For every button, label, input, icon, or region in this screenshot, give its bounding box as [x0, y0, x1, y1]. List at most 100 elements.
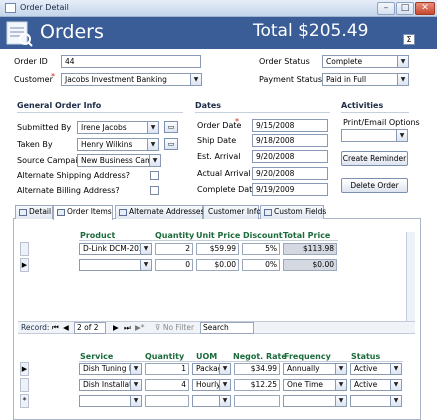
- order-id-field[interactable]: 44: [61, 55, 201, 68]
- col-header-rate: Negot. Rate: [233, 352, 287, 361]
- alt-shipping-checkbox[interactable]: [150, 171, 159, 180]
- table-row-product[interactable]: D-Link DCM-202 Ca ▼: [79, 243, 152, 255]
- tab-customer-info[interactable]: Customer Info: [203, 205, 261, 219]
- create-reminder-button[interactable]: Create Reminder: [341, 151, 408, 166]
- chevron-down-icon[interactable]: ▼: [140, 244, 151, 254]
- table-row-unit-price[interactable]: $59.99: [196, 243, 239, 255]
- table-row-quantity[interactable]: 2: [155, 243, 193, 255]
- header-menu-button[interactable]: Σ: [403, 34, 415, 45]
- tab-order-items[interactable]: Order Items: [53, 205, 113, 220]
- chevron-down-icon[interactable]: ▼: [335, 380, 346, 390]
- table-row-status[interactable]: Active ▼: [350, 379, 402, 391]
- payment-status-combo[interactable]: Paid in Full ▼: [322, 73, 409, 86]
- table-row-uom[interactable]: Hourly ▼: [192, 379, 231, 391]
- minimize-button[interactable]: –: [377, 2, 395, 15]
- chevron-down-icon[interactable]: ▼: [335, 396, 346, 406]
- employee-card-icon[interactable]: ▭: [164, 121, 178, 133]
- maximize-button[interactable]: □: [396, 2, 414, 15]
- new-row-marker[interactable]: *: [20, 394, 29, 408]
- table-row-frequency[interactable]: One Time ▼: [283, 379, 347, 391]
- new-row-uom[interactable]: ▼: [192, 395, 231, 407]
- order-status-combo[interactable]: Complete ▼: [322, 55, 409, 68]
- submitted-by-combo[interactable]: Irene Jacobs ▼: [77, 121, 159, 134]
- col-header-frequency: Frequency: [284, 352, 331, 361]
- chevron-down-icon[interactable]: ▼: [219, 380, 230, 390]
- ship-date-field[interactable]: 9/18/2008: [252, 134, 328, 147]
- new-row-service[interactable]: ▼: [79, 395, 142, 407]
- alt-billing-checkbox[interactable]: [150, 186, 159, 195]
- table-row-discount[interactable]: 5%: [242, 243, 280, 255]
- chevron-down-icon[interactable]: ▼: [390, 364, 401, 374]
- chevron-down-icon[interactable]: ▼: [130, 396, 141, 406]
- table-row-quantity[interactable]: 4: [145, 379, 189, 391]
- customer-combo[interactable]: Jacobs Investment Banking ▼: [61, 73, 202, 86]
- tab-custom-fields[interactable]: Custom Fields: [260, 205, 326, 219]
- chevron-down-icon[interactable]: ▼: [149, 155, 160, 166]
- section-divider: [195, 112, 330, 113]
- table-row-uom[interactable]: Package ▼: [192, 363, 231, 375]
- new-row-status[interactable]: ▼: [350, 395, 402, 407]
- actual-arrival-field[interactable]: 9/20/2008: [252, 167, 328, 180]
- last-record-icon[interactable]: ⏭: [124, 323, 131, 333]
- table-row-rate[interactable]: $34.99: [234, 363, 280, 375]
- table-row-total: $113.98: [283, 243, 337, 255]
- first-record-icon[interactable]: ⏮: [52, 323, 59, 333]
- row-selector[interactable]: [20, 378, 29, 392]
- record-position-field[interactable]: 2 of 2: [74, 322, 106, 334]
- est-arrival-field[interactable]: 9/20/2008: [252, 150, 328, 163]
- table-row-service[interactable]: Dish Tuning Plar ▼: [79, 363, 142, 375]
- table-row-rate[interactable]: $12.25: [234, 379, 280, 391]
- search-box[interactable]: Search: [200, 322, 254, 334]
- new-row-quantity[interactable]: [145, 395, 189, 407]
- employee-card-icon[interactable]: ▭: [164, 138, 178, 150]
- table-row-quantity[interactable]: 0: [155, 259, 193, 271]
- chevron-down-icon[interactable]: ▼: [147, 122, 158, 133]
- subform-scrollbar[interactable]: [406, 232, 415, 321]
- chevron-down-icon[interactable]: ▼: [219, 364, 230, 374]
- order-date-field[interactable]: 9/15/2008: [252, 119, 328, 132]
- chevron-down-icon[interactable]: ▼: [140, 260, 151, 270]
- table-row-unit-price[interactable]: $0.00: [196, 259, 239, 271]
- chevron-down-icon[interactable]: ▼: [190, 74, 201, 85]
- chevron-down-icon[interactable]: ▼: [396, 130, 407, 141]
- chevron-down-icon[interactable]: ▼: [219, 396, 230, 406]
- table-row-frequency[interactable]: Annually ▼: [283, 363, 347, 375]
- taken-by-combo[interactable]: Henry Wilkins ▼: [77, 138, 159, 151]
- table-row-product[interactable]: ▼: [79, 259, 152, 271]
- new-row-frequency[interactable]: ▼: [283, 395, 347, 407]
- table-row-status[interactable]: Active ▼: [350, 363, 402, 375]
- record-label: Record:: [21, 323, 50, 332]
- chevron-down-icon[interactable]: ▼: [130, 364, 141, 374]
- alt-shipping-label: Alternate Shipping Address?: [17, 171, 131, 180]
- table-row-service[interactable]: Dish Installation ▼: [79, 379, 142, 391]
- new-row-rate[interactable]: [234, 395, 280, 407]
- no-filter-button[interactable]: ⊽ No Filter: [155, 323, 194, 333]
- complete-date-field[interactable]: 9/19/2009: [252, 183, 328, 196]
- table-row-quantity[interactable]: 1: [145, 363, 189, 375]
- chevron-down-icon[interactable]: ▼: [397, 56, 408, 67]
- current-row-arrow-icon[interactable]: ▶: [20, 258, 29, 272]
- chevron-down-icon[interactable]: ▼: [130, 380, 141, 390]
- table-row-discount[interactable]: 0%: [242, 259, 280, 271]
- new-record-icon[interactable]: ▶*: [135, 323, 145, 333]
- custom-fields-icon: [264, 209, 272, 216]
- current-row-arrow-icon[interactable]: ▶: [20, 362, 29, 376]
- row-selector[interactable]: [20, 242, 29, 256]
- prev-record-icon[interactable]: ◀: [63, 323, 69, 333]
- next-record-icon[interactable]: ▶: [113, 323, 119, 333]
- chevron-down-icon[interactable]: ▼: [335, 364, 346, 374]
- close-button[interactable]: ✕: [415, 2, 435, 15]
- tab-alternate-addresses[interactable]: Alternate Addresses: [115, 205, 204, 219]
- customer-label: Customer: [14, 75, 53, 84]
- chevron-down-icon[interactable]: ▼: [390, 396, 401, 406]
- chevron-down-icon[interactable]: ▼: [147, 139, 158, 150]
- taken-by-value: Henry Wilkins: [81, 140, 133, 149]
- chevron-down-icon[interactable]: ▼: [390, 380, 401, 390]
- delete-order-button[interactable]: Delete Order: [341, 178, 408, 193]
- chevron-down-icon[interactable]: ▼: [397, 74, 408, 85]
- source-campaign-combo[interactable]: New Business Campa ▼: [77, 154, 161, 167]
- print-email-combo[interactable]: ▼: [341, 129, 408, 142]
- tab-detail[interactable]: Detail: [15, 205, 53, 219]
- payment-status-label: Payment Status: [259, 75, 323, 84]
- col-header-product: Product: [80, 231, 116, 240]
